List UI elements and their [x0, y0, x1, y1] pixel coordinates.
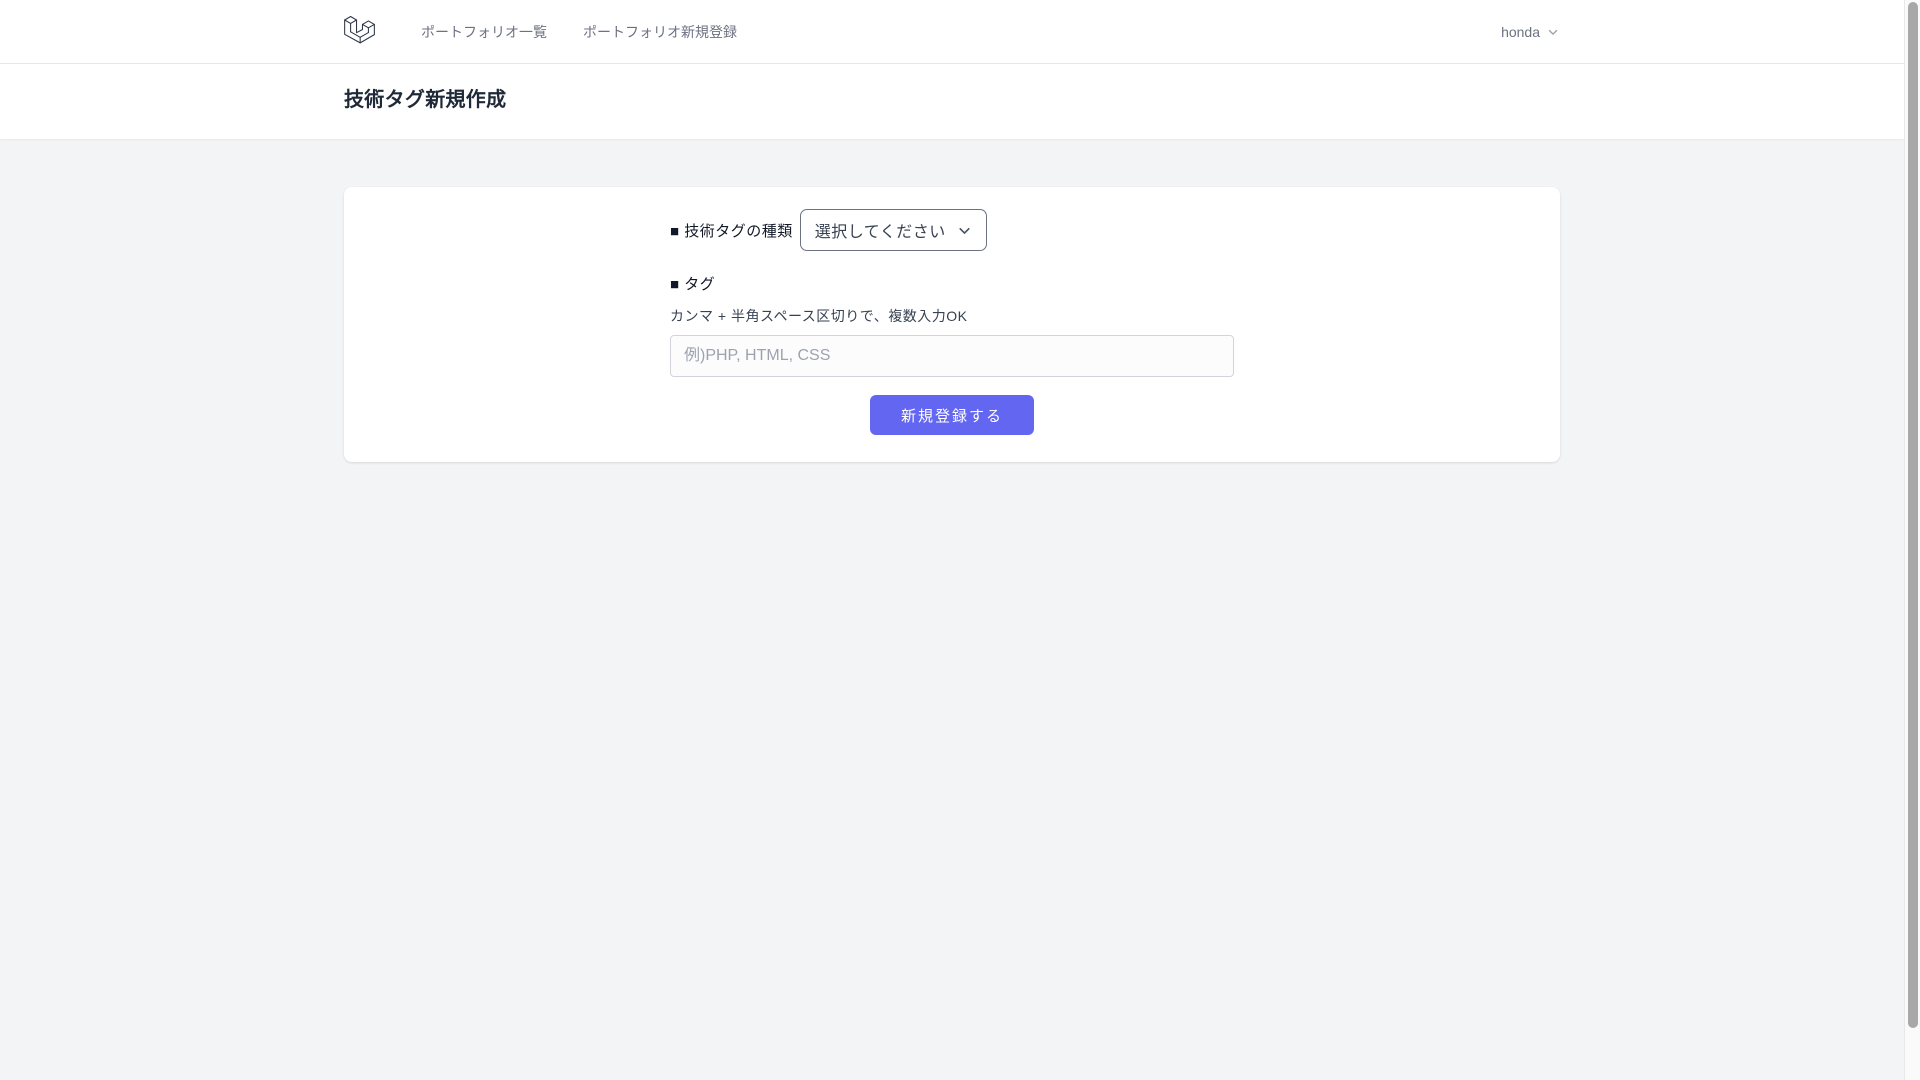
tag-input-hint: カンマ + 半角スペース区切りで、複数入力OK — [670, 306, 1234, 326]
tag-type-select[interactable]: 選択してください — [800, 209, 987, 251]
nav-link-portfolio-new[interactable]: ポートフォリオ新規登録 — [583, 0, 737, 64]
user-name: honda — [1501, 24, 1540, 40]
user-menu-trigger[interactable]: honda — [1501, 24, 1560, 40]
tag-type-row: ■ 技術タグの種類 選択してください — [670, 209, 1234, 251]
page-title: 技術タグ新規作成 — [344, 86, 1560, 114]
tag-input[interactable] — [670, 335, 1234, 377]
main-content: ■ 技術タグの種類 選択してください ■ タグ カンマ + 半角スペース区切りで… — [0, 139, 1904, 462]
nav-link-portfolio-list[interactable]: ポートフォリオ一覧 — [421, 0, 547, 64]
laravel-logo[interactable] — [344, 15, 377, 49]
browser-viewport: ポートフォリオ一覧 ポートフォリオ新規登録 honda 技術タグ新規作成 — [0, 0, 1904, 1080]
tag-type-label: ■ 技術タグの種類 — [670, 220, 793, 241]
tag-create-form: ■ 技術タグの種類 選択してください ■ タグ カンマ + 半角スペース区切りで… — [670, 209, 1234, 435]
chevron-down-icon — [1546, 25, 1560, 39]
vertical-scrollbar[interactable] — [1904, 0, 1920, 1080]
chevron-down-icon — [956, 222, 973, 239]
top-nav: ポートフォリオ一覧 ポートフォリオ新規登録 honda — [0, 0, 1904, 64]
vertical-scrollbar-thumb[interactable] — [1908, 2, 1918, 1028]
submit-button[interactable]: 新規登録する — [870, 395, 1034, 435]
form-card: ■ 技術タグの種類 選択してください ■ タグ カンマ + 半角スペース区切りで… — [344, 187, 1560, 462]
tag-type-select-value: 選択してください — [815, 218, 946, 242]
nav-links: ポートフォリオ一覧 ポートフォリオ新規登録 — [421, 0, 737, 64]
tag-label: ■ タグ — [670, 276, 715, 293]
page-header: 技術タグ新規作成 — [0, 64, 1904, 139]
laravel-logo-icon — [344, 15, 377, 49]
